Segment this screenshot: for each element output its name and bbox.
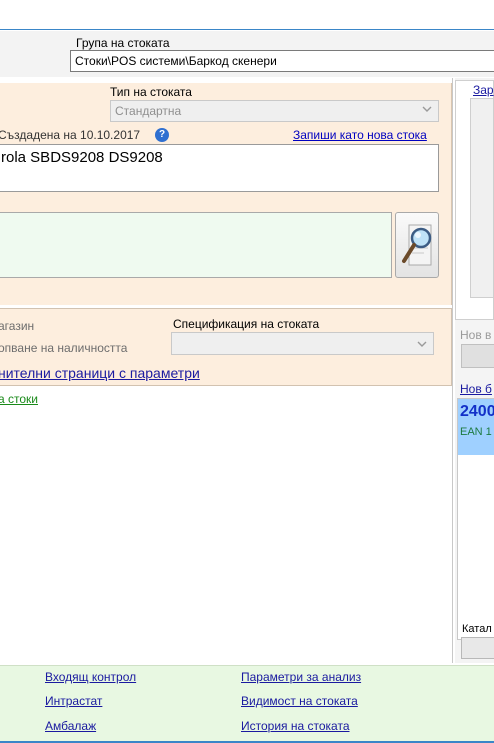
search-button[interactable] — [395, 212, 439, 278]
type-select-value: Стандартна — [115, 104, 182, 118]
barcode-number: 2400 — [460, 403, 494, 420]
column-divider — [452, 78, 453, 663]
window-top-bar — [0, 0, 494, 30]
help-icon[interactable]: ? — [155, 128, 169, 142]
specification-select[interactable] — [171, 332, 434, 355]
extra-pages-link[interactable]: нителни страници с параметри — [0, 365, 200, 381]
magnifier-icon — [402, 224, 432, 266]
barcode-type: EAN 1 — [460, 426, 492, 438]
image-area — [470, 98, 494, 298]
type-label: Тип на стоката — [110, 85, 192, 99]
created-date: Създадена на 10.10.2017 — [0, 128, 141, 142]
catalog-label: Катал — [462, 623, 492, 635]
store-label: агазин — [0, 319, 35, 333]
description-field[interactable] — [0, 212, 392, 278]
intrastat-link[interactable]: Интрастат — [45, 694, 102, 708]
new-in-button[interactable] — [461, 344, 494, 368]
group-field[interactable]: Стоки\POS системи\Баркод скенери — [70, 50, 494, 72]
product-name-field[interactable]: rola SBDS9208 DS9208 — [0, 144, 439, 192]
stock-mode-label: опване на наличността — [0, 341, 128, 355]
chevron-down-icon — [417, 341, 427, 347]
save-as-new-link[interactable]: Запиши като нова стока — [293, 128, 427, 142]
catalog-field[interactable] — [461, 637, 494, 659]
new-barcode-link[interactable]: Нов б — [460, 382, 492, 396]
packaging-link[interactable]: Амбалаж — [45, 719, 96, 733]
chevron-down-icon — [422, 106, 432, 112]
new-in-label: Нов в — [460, 328, 492, 342]
stocks-link[interactable]: а стоки — [0, 392, 38, 406]
type-select[interactable]: Стандартна — [110, 100, 439, 122]
visibility-link[interactable]: Видимост на стоката — [241, 694, 358, 708]
analysis-params-link[interactable]: Параметри за анализ — [241, 670, 361, 684]
history-link[interactable]: История на стоката — [241, 719, 350, 733]
group-label: Група на стоката — [76, 36, 170, 50]
load-image-link[interactable]: Зар — [473, 83, 494, 97]
specification-label: Спецификация на стоката — [173, 317, 320, 331]
incoming-control-link[interactable]: Входящ контрол — [45, 670, 136, 684]
